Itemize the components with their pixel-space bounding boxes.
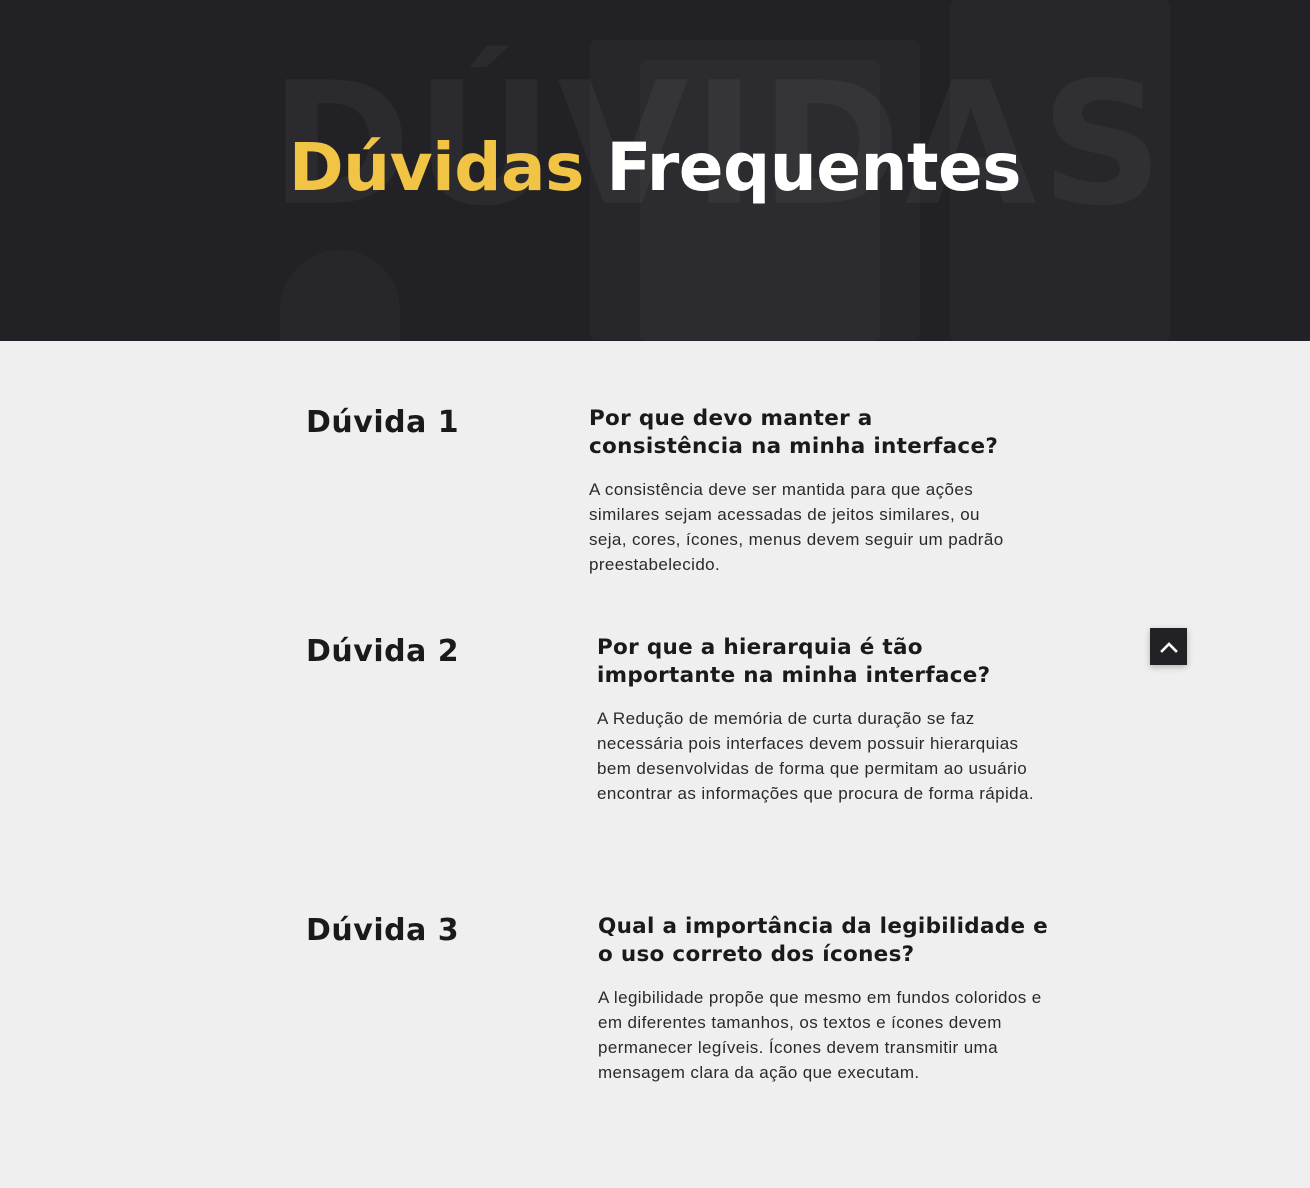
faq-answer: A consistência deve ser mantida para que… [589, 480, 1004, 574]
faq-answer: A Redução de memória de curta duração se… [597, 709, 1034, 803]
faq-question: Qual a importância da legibilidade e o u… [598, 914, 1049, 967]
faq-label: Dúvida 3 [306, 913, 460, 948]
background-cup-shape [280, 250, 400, 341]
faq-answer: A legibilidade propõe que mesmo em fundo… [598, 988, 1042, 1082]
hero-banner: DÚVIDAS Dúvidas Frequentes [0, 0, 1310, 341]
page-title-accent: Dúvidas [288, 129, 584, 206]
chevron-up-icon [1159, 641, 1178, 653]
page-title-rest: Frequentes [606, 129, 1022, 206]
faq-question: Por que a hierarquia é tão importante na… [597, 635, 991, 688]
faq-question: Por que devo manter a consistência na mi… [589, 406, 999, 459]
back-to-top-button[interactable] [1150, 628, 1187, 665]
page-title: Dúvidas Frequentes [0, 128, 1310, 208]
faq-label: Dúvida 1 [306, 405, 460, 440]
faq-label: Dúvida 2 [306, 634, 460, 669]
